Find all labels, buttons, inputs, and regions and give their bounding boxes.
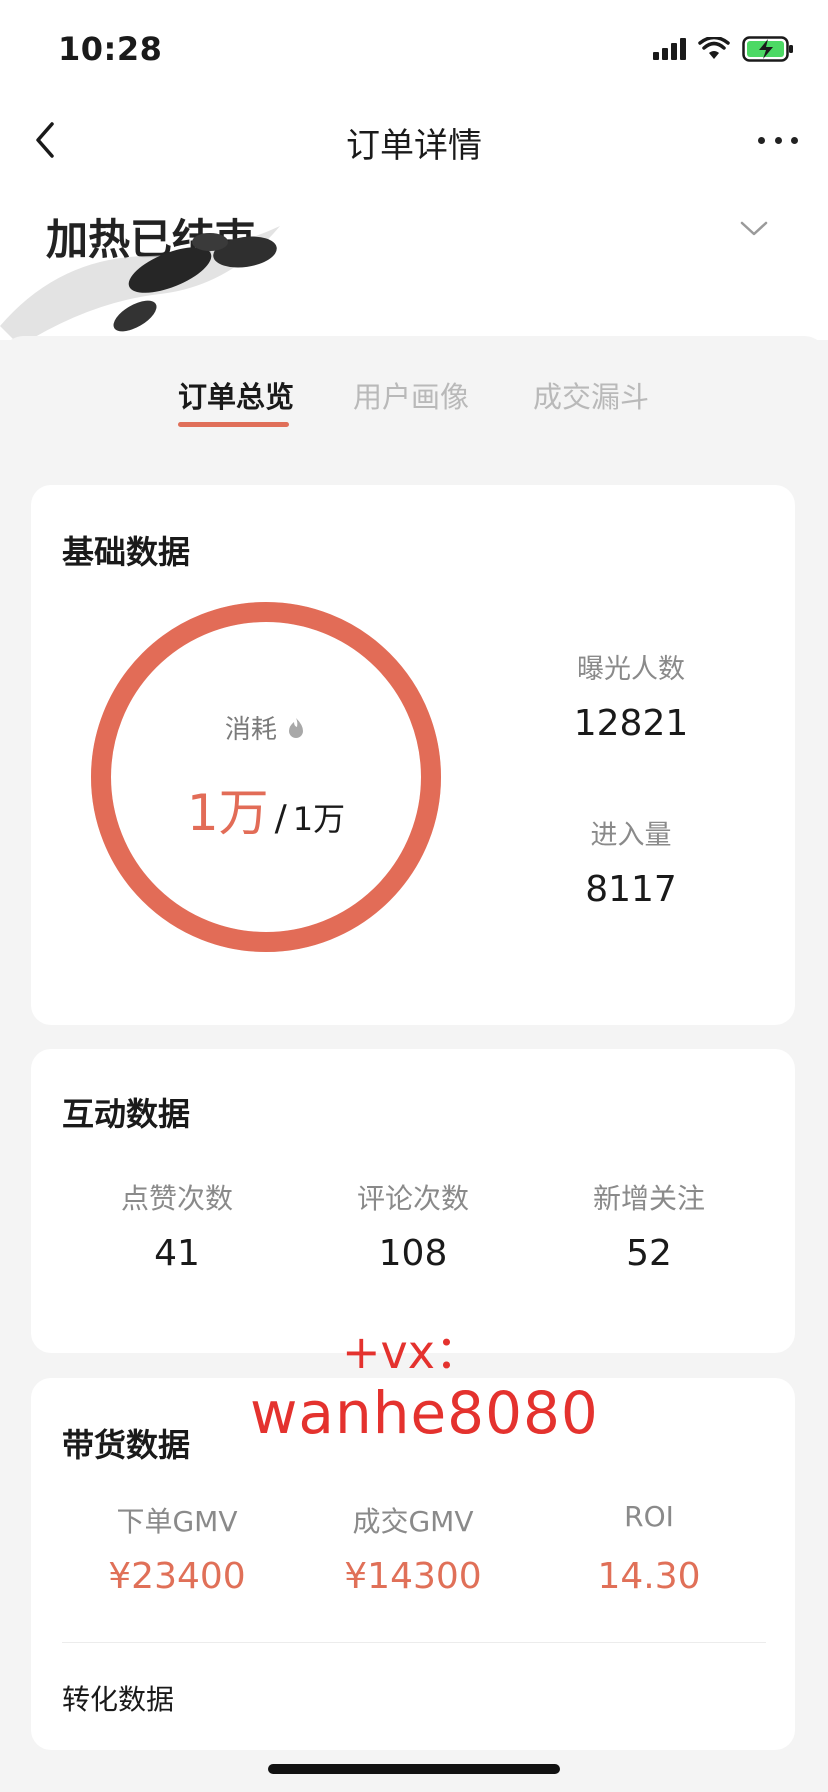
order-detail-page: 10:28 订单详情 加热已结束 订单总览 用户画像 成交漏斗 基础数据 消耗 … [0,0,828,1792]
order-gmv-label: 下单GMV [116,1505,238,1538]
sales-divider [62,1642,766,1643]
basic-data-title: 基础数据 [62,533,191,571]
redaction-smudge [0,226,280,346]
page-title: 订单详情 [346,126,482,166]
status-time: 10:28 [58,30,163,68]
entry-value: 8117 [585,869,677,910]
new-followers-label: 新增关注 [592,1182,705,1215]
home-indicator [268,1764,560,1774]
spend-current: 1万 [186,784,269,842]
chevron-down-icon[interactable] [736,214,772,242]
spend-separator: / [274,798,287,839]
exposure-value: 12821 [573,703,689,744]
deal-gmv-label: 成交GMV [352,1505,474,1538]
likes-value: 41 [154,1233,200,1274]
more-options-icon[interactable] [758,122,798,158]
basic-data-card: 基础数据 消耗 1万/1万 曝光人数 12821 进入量 8117 [31,485,795,1025]
cellular-signal-icon [653,38,686,60]
spend-ring-chart: 消耗 1万/1万 [86,597,446,957]
spend-value: 1万/1万 [86,773,446,845]
sales-data-title: 带货数据 [62,1426,191,1464]
roi-label: ROI [624,1500,674,1533]
navigation-bar: 订单详情 [0,100,828,180]
flame-icon [289,718,304,738]
comments-label: 评论次数 [356,1182,469,1215]
comments-value: 108 [378,1233,448,1274]
roi-value: 14.30 [597,1556,701,1597]
battery-charging-icon [742,36,793,62]
tab-bar: 订单总览 用户画像 成交漏斗 [0,336,828,446]
new-followers-value: 52 [626,1233,672,1274]
deal-gmv-value: ¥14300 [344,1556,482,1597]
entry-label: 进入量 [590,820,672,851]
order-status-header[interactable]: 加热已结束 [0,180,828,346]
sales-data-card: 带货数据 下单GMV ¥23400 成交GMV ¥14300 ROI 14.30… [31,1378,795,1750]
status-bar: 10:28 [0,0,828,100]
tab-conversion-funnel[interactable]: 成交漏斗 [533,374,649,416]
interaction-data-card: 互动数据 点赞次数 41 评论次数 108 新增关注 52 [31,1049,795,1353]
tab-order-overview[interactable]: 订单总览 [178,374,294,416]
interaction-data-title: 互动数据 [62,1095,191,1133]
active-tab-indicator [178,422,289,427]
status-icons [653,36,794,62]
spend-label: 消耗 [86,709,446,746]
exposure-label: 曝光人数 [577,654,685,685]
conversion-data-title: 转化数据 [62,1683,175,1716]
spend-total: 1万 [292,800,346,838]
tab-user-profile[interactable]: 用户画像 [353,374,469,416]
wifi-icon [698,37,730,59]
order-gmv-value: ¥23400 [108,1556,246,1597]
likes-label: 点赞次数 [120,1182,233,1215]
